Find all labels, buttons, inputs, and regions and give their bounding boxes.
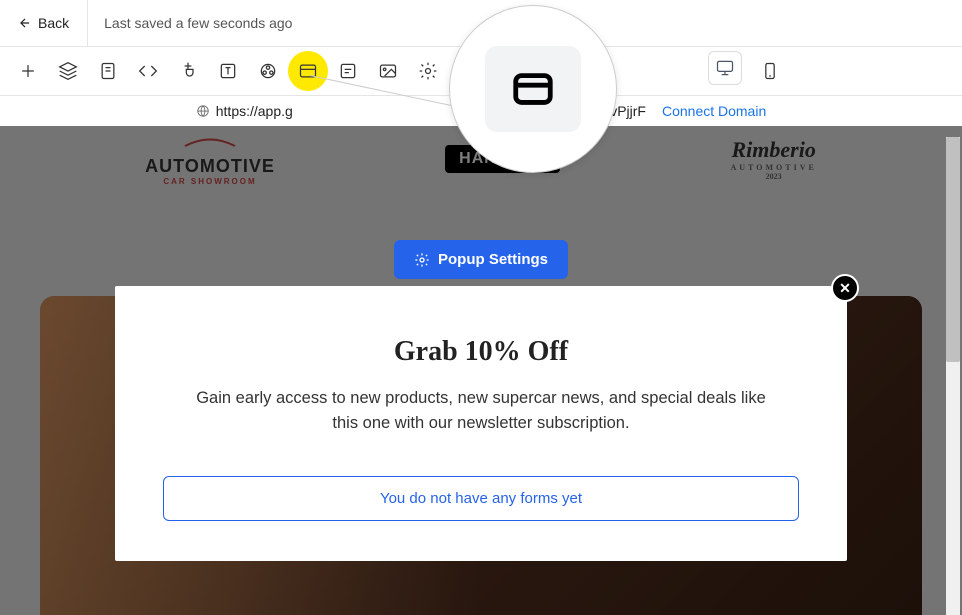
brush-icon <box>178 61 198 81</box>
popup-modal: ✕ Grab 10% Off Gain early access to new … <box>115 286 847 561</box>
layers-button[interactable] <box>48 51 88 91</box>
image-button[interactable] <box>368 51 408 91</box>
code-button[interactable] <box>128 51 168 91</box>
close-button[interactable]: ✕ <box>831 274 859 302</box>
page-button[interactable] <box>88 51 128 91</box>
desktop-icon <box>715 58 735 78</box>
close-icon: ✕ <box>839 280 851 297</box>
brush-button[interactable] <box>168 51 208 91</box>
settings-button[interactable] <box>408 51 448 91</box>
back-label: Back <box>38 15 69 31</box>
window-icon <box>510 66 556 112</box>
mobile-icon <box>760 61 780 81</box>
plus-icon <box>18 61 38 81</box>
back-button[interactable]: Back <box>0 0 88 46</box>
forms-placeholder-button[interactable]: You do not have any forms yet <box>163 476 799 521</box>
layers-icon <box>58 61 78 81</box>
desktop-view-button[interactable] <box>708 51 742 85</box>
add-button[interactable] <box>8 51 48 91</box>
connect-domain-link[interactable]: Connect Domain <box>662 103 766 119</box>
text-icon <box>218 61 238 81</box>
url-prefix: https://app.g <box>216 103 293 119</box>
popup-settings-button[interactable]: Popup Settings <box>394 240 568 279</box>
magnified-popup-button <box>485 46 581 132</box>
text-button[interactable] <box>208 51 248 91</box>
canvas: AUTOMOTIVE CAR SHOWROOM HANOVER Rimberio… <box>0 126 962 615</box>
image-icon <box>378 61 398 81</box>
magnifier-callout <box>449 5 617 173</box>
gear-icon <box>418 61 438 81</box>
scrollbar[interactable] <box>946 137 960 615</box>
scrollbar-thumb[interactable] <box>946 137 960 362</box>
popup-settings-label: Popup Settings <box>438 251 548 268</box>
code-icon <box>138 61 158 81</box>
modal-title: Grab 10% Off <box>163 336 799 368</box>
save-status: Last saved a few seconds ago <box>88 15 308 31</box>
arrow-left-icon <box>18 16 32 30</box>
globe-icon <box>196 104 210 118</box>
form-icon <box>338 61 358 81</box>
gear-icon <box>414 252 430 268</box>
mobile-view-button[interactable] <box>750 51 790 91</box>
popup-tool-button[interactable] <box>288 51 328 91</box>
page-icon <box>98 61 118 81</box>
window-icon <box>298 61 318 81</box>
device-switcher <box>708 51 790 91</box>
color-icon <box>258 61 278 81</box>
form-button[interactable] <box>328 51 368 91</box>
modal-description: Gain early access to new products, new s… <box>163 386 799 436</box>
color-button[interactable] <box>248 51 288 91</box>
